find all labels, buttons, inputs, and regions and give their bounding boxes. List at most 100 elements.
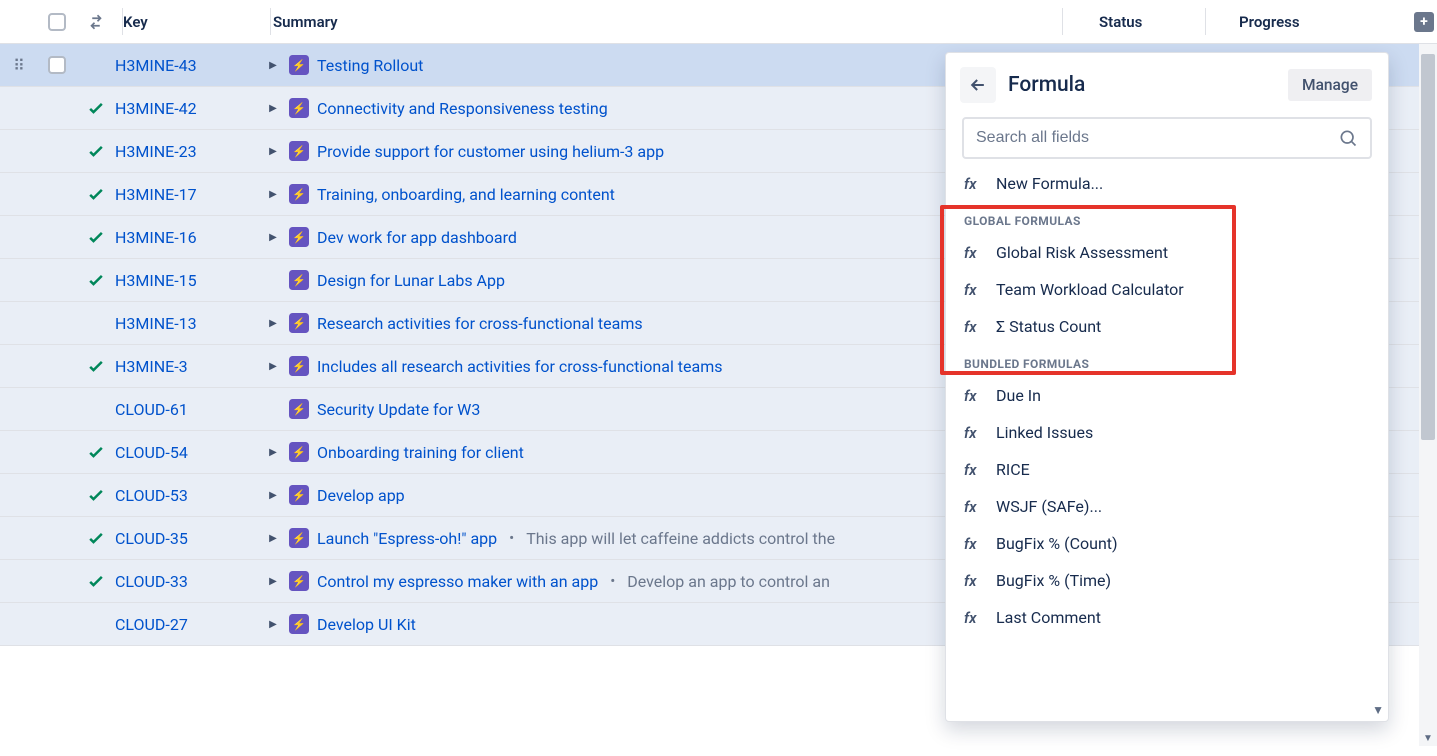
done-status-icon — [77, 98, 115, 118]
done-status-icon — [77, 270, 115, 290]
expand-icon[interactable]: ▶ — [265, 616, 281, 632]
formula-item[interactable]: fxWSJF (SAFe)... — [946, 488, 1388, 525]
issue-key-link[interactable]: H3MINE-43 — [115, 56, 197, 75]
formula-panel-header: Formula Manage — [946, 53, 1388, 109]
epic-type-icon: ⚡ — [289, 184, 309, 204]
column-resizer[interactable] — [1205, 8, 1206, 35]
issue-key-link[interactable]: CLOUD-35 — [115, 529, 188, 548]
formula-label: Global Risk Assessment — [996, 243, 1168, 262]
column-resizer[interactable] — [270, 8, 271, 35]
issue-key-link[interactable]: CLOUD-33 — [115, 572, 188, 591]
issue-key-link[interactable]: H3MINE-17 — [115, 185, 197, 204]
summary-link[interactable]: Onboarding training for client — [317, 443, 524, 462]
expand-icon[interactable]: ▶ — [265, 143, 281, 159]
new-formula-item[interactable]: fx New Formula... — [946, 165, 1388, 202]
epic-type-icon: ⚡ — [289, 571, 309, 591]
key-cell: H3MINE-23 — [115, 142, 265, 161]
column-resizer[interactable] — [1062, 8, 1063, 35]
key-cell: H3MINE-17 — [115, 185, 265, 204]
expand-icon[interactable]: ▶ — [265, 358, 281, 374]
formula-item[interactable]: fxDue In — [946, 377, 1388, 414]
formula-item[interactable]: fxΣ Status Count — [946, 308, 1388, 345]
formula-label: Σ Status Count — [996, 317, 1101, 336]
column-header-key[interactable]: Key — [115, 13, 265, 31]
done-status-icon — [77, 571, 115, 591]
panel-scroll-down-icon[interactable]: ▼ — [1372, 703, 1384, 717]
add-column-button[interactable]: + — [1414, 12, 1434, 32]
expand-icon[interactable]: ▶ — [265, 186, 281, 202]
summary-link[interactable]: Provide support for customer using heliu… — [317, 142, 664, 161]
epic-type-icon: ⚡ — [289, 270, 309, 290]
summary-link[interactable]: Security Update for W3 — [317, 400, 480, 419]
expand-icon[interactable]: ▶ — [265, 229, 281, 245]
column-resizer[interactable] — [122, 8, 123, 35]
done-status-icon — [77, 141, 115, 161]
select-all-checkbox[interactable] — [48, 13, 66, 31]
issue-key-link[interactable]: H3MINE-23 — [115, 142, 197, 161]
formula-item[interactable]: fxRICE — [946, 451, 1388, 488]
expand-icon[interactable]: ▶ — [265, 573, 281, 589]
row-select-checkbox[interactable] — [48, 56, 66, 74]
summary-link[interactable]: Control my espresso maker with an app — [317, 572, 598, 591]
column-header-status[interactable]: Status — [1091, 13, 1231, 31]
scrollbar-thumb[interactable] — [1421, 54, 1435, 440]
key-cell: CLOUD-61 — [115, 400, 265, 419]
summary-link[interactable]: Testing Rollout — [317, 56, 423, 75]
issue-key-link[interactable]: H3MINE-42 — [115, 99, 197, 118]
column-header-progress[interactable]: Progress — [1231, 13, 1411, 31]
summary-link[interactable]: Dev work for app dashboard — [317, 228, 517, 247]
key-cell: CLOUD-35 — [115, 529, 265, 548]
issue-key-link[interactable]: H3MINE-3 — [115, 357, 188, 376]
summary-link[interactable]: Design for Lunar Labs App — [317, 271, 505, 290]
formula-label: Team Workload Calculator — [996, 280, 1184, 299]
summary-link[interactable]: Research activities for cross-functional… — [317, 314, 643, 333]
formula-label: Linked Issues — [996, 423, 1093, 442]
issue-key-link[interactable]: H3MINE-15 — [115, 271, 197, 290]
back-button[interactable] — [960, 67, 996, 103]
epic-type-icon: ⚡ — [289, 313, 309, 333]
formula-item[interactable]: fxBugFix % (Count) — [946, 525, 1388, 562]
fx-icon: fx — [964, 535, 984, 553]
key-cell: H3MINE-3 — [115, 357, 265, 376]
formula-label: New Formula... — [996, 174, 1103, 193]
search-box[interactable] — [962, 117, 1372, 159]
formula-item[interactable]: fxLast Comment — [946, 599, 1388, 636]
issue-key-link[interactable]: CLOUD-27 — [115, 615, 188, 634]
summary-link[interactable]: Connectivity and Responsiveness testing — [317, 99, 608, 118]
expand-icon[interactable]: ▶ — [265, 530, 281, 546]
formula-item[interactable]: fxBugFix % (Time) — [946, 562, 1388, 599]
summary-link[interactable]: Includes all research activities for cro… — [317, 357, 723, 376]
epic-type-icon: ⚡ — [289, 141, 309, 161]
issue-key-link[interactable]: CLOUD-61 — [115, 400, 188, 419]
manage-button[interactable]: Manage — [1288, 69, 1372, 101]
issue-key-link[interactable]: H3MINE-16 — [115, 228, 197, 247]
column-status-icon-header[interactable] — [77, 13, 115, 31]
fx-icon: fx — [964, 498, 984, 516]
key-cell: CLOUD-54 — [115, 443, 265, 462]
search-input[interactable] — [976, 129, 1338, 147]
summary-link[interactable]: Training, onboarding, and learning conte… — [317, 185, 615, 204]
issue-key-link[interactable]: CLOUD-54 — [115, 443, 188, 462]
issue-key-link[interactable]: CLOUD-53 — [115, 486, 188, 505]
issue-key-link[interactable]: H3MINE-13 — [115, 314, 197, 333]
formula-item[interactable]: fxGlobal Risk Assessment — [946, 234, 1388, 271]
expand-icon[interactable]: ▶ — [265, 444, 281, 460]
fx-icon: fx — [964, 424, 984, 442]
summary-link[interactable]: Launch "Espress-oh!" app — [317, 529, 497, 548]
expand-icon[interactable]: ▶ — [265, 315, 281, 331]
drag-handle-icon[interactable]: ⠿ — [10, 53, 28, 77]
formula-item[interactable]: fx Linked Issues — [946, 414, 1388, 451]
done-status-icon — [77, 485, 115, 505]
vertical-scrollbar[interactable]: ▼ — [1419, 44, 1437, 746]
scrollbar-down-arrow[interactable]: ▼ — [1419, 733, 1437, 744]
column-header-summary[interactable]: Summary — [265, 13, 1091, 31]
epic-type-icon: ⚡ — [289, 442, 309, 462]
expand-icon[interactable]: ▶ — [265, 487, 281, 503]
expand-icon[interactable]: ▶ — [265, 100, 281, 116]
summary-link[interactable]: Develop UI Kit — [317, 615, 416, 634]
summary-link[interactable]: Develop app — [317, 486, 405, 505]
key-cell: H3MINE-16 — [115, 228, 265, 247]
expand-icon[interactable]: ▶ — [265, 57, 281, 73]
formula-item[interactable]: fxTeam Workload Calculator — [946, 271, 1388, 308]
fx-icon: fx — [964, 387, 984, 405]
